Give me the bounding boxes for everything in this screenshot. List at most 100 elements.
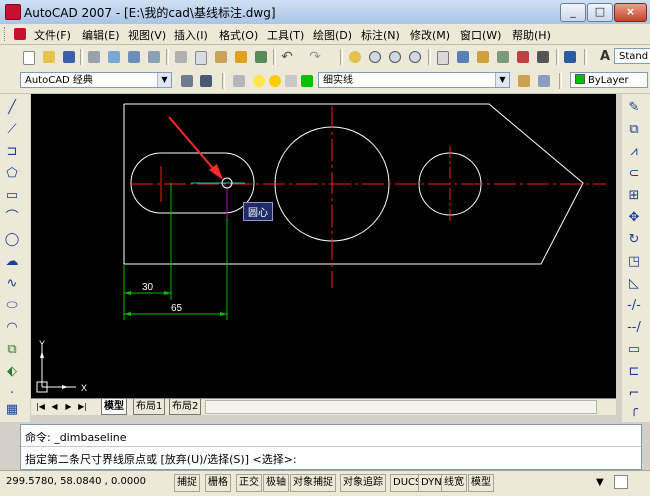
vertical-scrollbar[interactable] bbox=[617, 94, 622, 398]
menu-help[interactable]: 帮助(H) bbox=[512, 27, 551, 43]
toggle-model[interactable]: 模型 bbox=[468, 474, 494, 492]
markup-set-manager-icon[interactable] bbox=[514, 48, 532, 66]
menu-view[interactable]: 视图(V) bbox=[128, 27, 166, 43]
workspace-settings-icon[interactable] bbox=[178, 72, 196, 90]
polyline-icon[interactable]: ⊐ bbox=[3, 143, 21, 161]
next-tab-icon[interactable]: ▶ bbox=[63, 401, 74, 412]
polygon-icon[interactable]: ⬠ bbox=[3, 165, 21, 183]
last-tab-icon[interactable]: ▶| bbox=[77, 401, 88, 412]
ellipse-arc-icon[interactable]: ◠ bbox=[3, 319, 21, 337]
coordinate-readout[interactable]: 299.5780, 58.0840 , 0.0000 bbox=[4, 474, 148, 490]
rectangle-icon[interactable]: ▭ bbox=[3, 187, 21, 205]
autocad-app-icon[interactable] bbox=[5, 4, 21, 20]
line-icon[interactable]: ╱ bbox=[3, 99, 21, 117]
layer-color-swatch-icon[interactable] bbox=[298, 72, 316, 90]
design-center-icon[interactable] bbox=[454, 48, 472, 66]
print-icon[interactable] bbox=[85, 48, 103, 66]
fillet-icon[interactable]: ╭ bbox=[625, 401, 643, 419]
make-object-layer-current-icon[interactable] bbox=[515, 72, 533, 90]
toggle-grid[interactable]: 栅格 bbox=[205, 474, 231, 492]
workspace-save-icon[interactable] bbox=[197, 72, 215, 90]
rotate-icon[interactable]: ↻ bbox=[625, 231, 643, 249]
layer-combo[interactable]: 细实线 ▼ bbox=[318, 72, 510, 88]
zoom-realtime-icon[interactable] bbox=[366, 48, 384, 66]
redo-icon[interactable]: ↷ bbox=[306, 48, 324, 66]
make-block-icon[interactable]: ⬖ bbox=[3, 363, 21, 381]
join-icon[interactable]: ⊏ bbox=[625, 363, 643, 381]
plot-preview-icon[interactable] bbox=[105, 48, 123, 66]
menu-insert[interactable]: 插入(I) bbox=[174, 27, 208, 43]
circle-icon[interactable]: ◯ bbox=[3, 231, 21, 249]
cut-icon[interactable] bbox=[172, 48, 190, 66]
match-properties-icon[interactable] bbox=[232, 48, 250, 66]
text-style-combo[interactable]: Stand bbox=[614, 48, 650, 64]
mirror-icon[interactable]: ⩘ bbox=[625, 143, 643, 161]
offset-icon[interactable]: ⊂ bbox=[625, 165, 643, 183]
menu-file[interactable]: 文件(F) bbox=[34, 27, 71, 43]
command-prompt-line[interactable]: 指定第二条尺寸界线原点或 [放弃(U)/选择(S)] <选择>: bbox=[25, 451, 297, 467]
minimize-button[interactable]: _ bbox=[560, 3, 586, 22]
arc-icon[interactable]: ⌒ bbox=[3, 209, 21, 227]
publish-icon[interactable] bbox=[125, 48, 143, 66]
command-window[interactable]: 命令: _dimbaseline 指定第二条尺寸界线原点或 [放弃(U)/选择(… bbox=[20, 424, 642, 470]
new-file-icon[interactable] bbox=[20, 48, 38, 66]
pan-realtime-icon[interactable] bbox=[346, 48, 364, 66]
menu-modify[interactable]: 修改(M) bbox=[410, 27, 450, 43]
undo-icon[interactable]: ↶ bbox=[278, 48, 296, 66]
dimension-text-65[interactable]: 65 bbox=[171, 303, 183, 314]
insert-block-icon[interactable]: ⧉ bbox=[3, 341, 21, 359]
toggle-lineweight[interactable]: 线宽 bbox=[441, 474, 467, 492]
tab-layout1[interactable]: 布局1 bbox=[133, 399, 166, 415]
trim-icon[interactable]: -/- bbox=[625, 297, 643, 315]
open-folder-icon[interactable] bbox=[40, 48, 58, 66]
toggle-osnap[interactable]: 对象捕捉 bbox=[290, 474, 336, 492]
toggle-polar[interactable]: 极轴 bbox=[263, 474, 289, 492]
construction-line-icon[interactable]: ⟋ bbox=[3, 121, 21, 139]
text-style-icon[interactable]: A bbox=[596, 48, 614, 66]
revision-cloud-icon[interactable]: ☁ bbox=[3, 253, 21, 271]
toggle-otrack[interactable]: 对象追踪 bbox=[340, 474, 386, 492]
toggle-snap[interactable]: 捕捉 bbox=[174, 474, 200, 492]
menu-dimension[interactable]: 标注(N) bbox=[361, 27, 400, 43]
menu-format[interactable]: 格式(O) bbox=[219, 27, 258, 43]
ellipse-icon[interactable]: ⬭ bbox=[3, 297, 21, 315]
copy-object-icon[interactable]: ⧉ bbox=[625, 121, 643, 139]
restore-button[interactable]: □ bbox=[587, 3, 613, 22]
properties-icon[interactable] bbox=[434, 48, 452, 66]
layer-properties-icon[interactable] bbox=[230, 72, 248, 90]
tab-model[interactable]: 模型 bbox=[101, 399, 127, 415]
document-icon[interactable] bbox=[14, 28, 26, 40]
menu-window[interactable]: 窗口(W) bbox=[460, 27, 501, 43]
prev-tab-icon[interactable]: ◀ bbox=[49, 401, 60, 412]
paste-icon[interactable] bbox=[212, 48, 230, 66]
break-icon[interactable]: ▭ bbox=[625, 341, 643, 359]
workspace-combo[interactable]: AutoCAD 经典 ▼ bbox=[20, 72, 172, 88]
erase-icon[interactable]: ✎ bbox=[625, 99, 643, 117]
scale-icon[interactable]: ◳ bbox=[625, 253, 643, 271]
zoom-previous-icon[interactable] bbox=[406, 48, 424, 66]
first-tab-icon[interactable]: |◀ bbox=[35, 401, 46, 412]
quickcalc-icon[interactable] bbox=[534, 48, 552, 66]
toggle-ortho[interactable]: 正交 bbox=[236, 474, 262, 492]
tool-palettes-icon[interactable] bbox=[474, 48, 492, 66]
3d-dwf-icon[interactable] bbox=[145, 48, 163, 66]
menu-draw[interactable]: 绘图(D) bbox=[313, 27, 352, 43]
tab-layout2[interactable]: 布局2 bbox=[169, 399, 202, 415]
menu-edit[interactable]: 编辑(E) bbox=[82, 27, 120, 43]
save-icon[interactable] bbox=[60, 48, 78, 66]
spline-icon[interactable]: ∿ bbox=[3, 275, 21, 293]
sheet-set-manager-icon[interactable] bbox=[494, 48, 512, 66]
layer-previous-icon[interactable] bbox=[535, 72, 553, 90]
move-icon[interactable]: ✥ bbox=[625, 209, 643, 227]
menu-tools[interactable]: 工具(T) bbox=[267, 27, 304, 43]
chevron-down-icon[interactable]: ▼ bbox=[495, 73, 509, 87]
block-editor-icon[interactable] bbox=[252, 48, 270, 66]
status-menu-chevron-icon[interactable]: ▼ bbox=[596, 477, 604, 488]
chevron-down-icon[interactable]: ▼ bbox=[157, 73, 171, 87]
help-icon[interactable] bbox=[561, 48, 579, 66]
stretch-icon[interactable]: ◺ bbox=[625, 275, 643, 293]
extend-icon[interactable]: --/ bbox=[625, 319, 643, 337]
zoom-window-icon[interactable] bbox=[386, 48, 404, 66]
hatch-icon[interactable]: ▦ bbox=[3, 401, 21, 419]
array-icon[interactable]: ⊞ bbox=[625, 187, 643, 205]
